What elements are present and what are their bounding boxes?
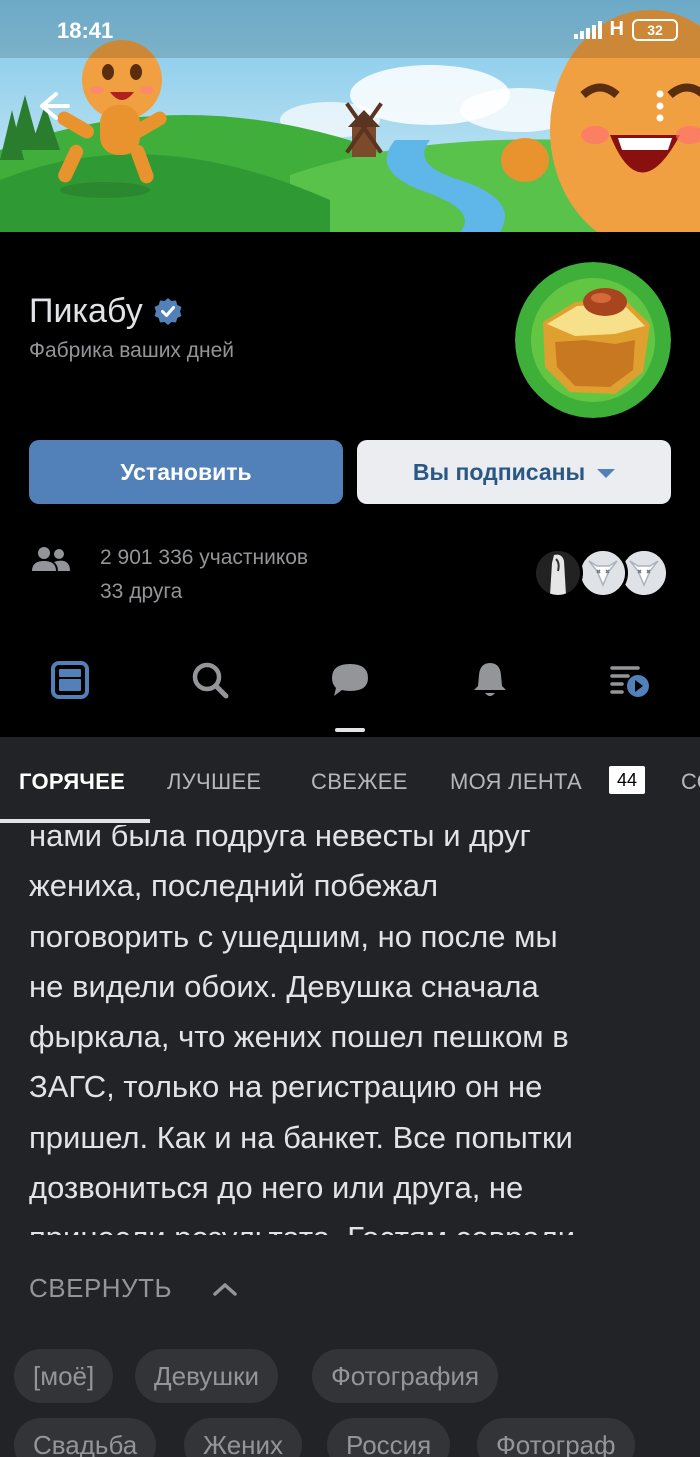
community-name: Пикабу xyxy=(29,292,143,330)
verified-icon xyxy=(154,297,182,325)
install-button[interactable]: Установить xyxy=(29,440,343,504)
post-line: дозвониться до него или друга, не xyxy=(29,1170,524,1206)
members-icon xyxy=(32,547,70,571)
post-line: поговорить с ушедшим, но после мы xyxy=(29,918,558,954)
post-text-container: нами была подруга невесты и друг жениха,… xyxy=(0,825,700,1235)
post-line: принесли результата. Гостям соврали xyxy=(29,1213,679,1235)
status-bar: 18:41 H 32 xyxy=(0,0,700,60)
tag-chip[interactable]: Девушки xyxy=(135,1349,279,1403)
tab-best[interactable]: ЛУЧШЕЕ xyxy=(167,769,261,795)
tag-chip[interactable]: Жених xyxy=(184,1418,303,1457)
members-count[interactable]: 2 901 336 участников xyxy=(100,546,308,570)
community-header: Пикабу Фабрика ваших дней Установить Вы … xyxy=(0,232,700,737)
tag-chip[interactable]: [моё] xyxy=(14,1349,114,1403)
post-line: фыркала, что жених пошел пешком в xyxy=(29,1019,569,1055)
pikabu-logo-icon xyxy=(515,262,671,418)
signal-icon xyxy=(573,20,602,39)
tag-chip[interactable]: Россия xyxy=(327,1418,451,1457)
community-avatar[interactable] xyxy=(515,262,671,418)
back-arrow-icon[interactable] xyxy=(34,86,74,126)
network-type: H xyxy=(609,18,624,40)
post-line: не видели обоих. Девушка сначала xyxy=(29,968,539,1004)
collapse-button[interactable]: СВЕРНУТЬ xyxy=(29,1273,238,1304)
community-cover: 18:41 H 32 xyxy=(0,0,700,232)
friend-avatar xyxy=(578,548,628,598)
post-body: нами была подруга невесты и друг жениха,… xyxy=(29,825,679,1235)
nav-active-indicator xyxy=(335,728,365,732)
comments-icon[interactable] xyxy=(328,658,372,702)
tab-hot[interactable]: ГОРЯЧЕЕ xyxy=(19,769,125,795)
friend-photo xyxy=(536,551,580,595)
playlist-icon[interactable] xyxy=(608,658,652,702)
tab-active-underline xyxy=(0,819,150,823)
tab-fresh[interactable]: СВЕЖЕЕ xyxy=(311,769,408,795)
dog-placeholder-icon xyxy=(581,551,625,595)
subscribed-button[interactable]: Вы подписаны xyxy=(357,440,671,504)
post-line: жениха, последний побежал xyxy=(29,868,439,904)
friends-count[interactable]: 33 друга xyxy=(100,580,182,604)
battery-level: 32 xyxy=(647,21,663,38)
post-line: нами была подруга невесты и друг xyxy=(29,825,531,853)
community-status: Фабрика ваших дней xyxy=(29,339,235,362)
dog-placeholder-icon xyxy=(622,551,666,595)
post-card: нами была подруга невесты и друг жениха,… xyxy=(0,825,700,1457)
status-indicators: H 32 xyxy=(573,18,678,41)
status-time: 18:41 xyxy=(57,18,114,43)
tag-chip[interactable]: Фотограф xyxy=(477,1418,635,1457)
community-sections-nav xyxy=(0,640,700,737)
community-title-row: Пикабу xyxy=(29,292,183,331)
post-line: пришел. Как и на банкет. Все попытки xyxy=(29,1119,573,1155)
chevron-up-icon xyxy=(213,1282,237,1296)
friend-avatar xyxy=(533,548,583,598)
collapse-label: СВЕРНУТЬ xyxy=(29,1273,173,1303)
chevron-down-icon xyxy=(597,468,616,478)
feed-icon[interactable] xyxy=(48,658,92,702)
tag-chip[interactable]: Свадьба xyxy=(14,1418,157,1457)
subscribed-label: Вы подписаны xyxy=(412,458,586,485)
tab-my-feed[interactable]: МОЯ ЛЕНТА xyxy=(450,769,582,795)
my-feed-count-badge: 44 xyxy=(609,766,645,794)
tag-chip[interactable]: Фотография xyxy=(312,1349,499,1403)
post-line: ЗАГС, только на регистрацию он не xyxy=(29,1069,543,1105)
feed-tabs: ГОРЯЧЕЕ ЛУЧШЕЕ СВЕЖЕЕ МОЯ ЛЕНТА 44 СО xyxy=(0,737,700,825)
battery-icon: 32 xyxy=(632,18,678,41)
notifications-icon[interactable] xyxy=(468,658,512,702)
search-icon[interactable] xyxy=(188,658,232,702)
more-vertical-icon[interactable] xyxy=(645,86,675,126)
friend-avatars[interactable] xyxy=(533,548,673,600)
tab-community[interactable]: СО xyxy=(681,769,700,795)
